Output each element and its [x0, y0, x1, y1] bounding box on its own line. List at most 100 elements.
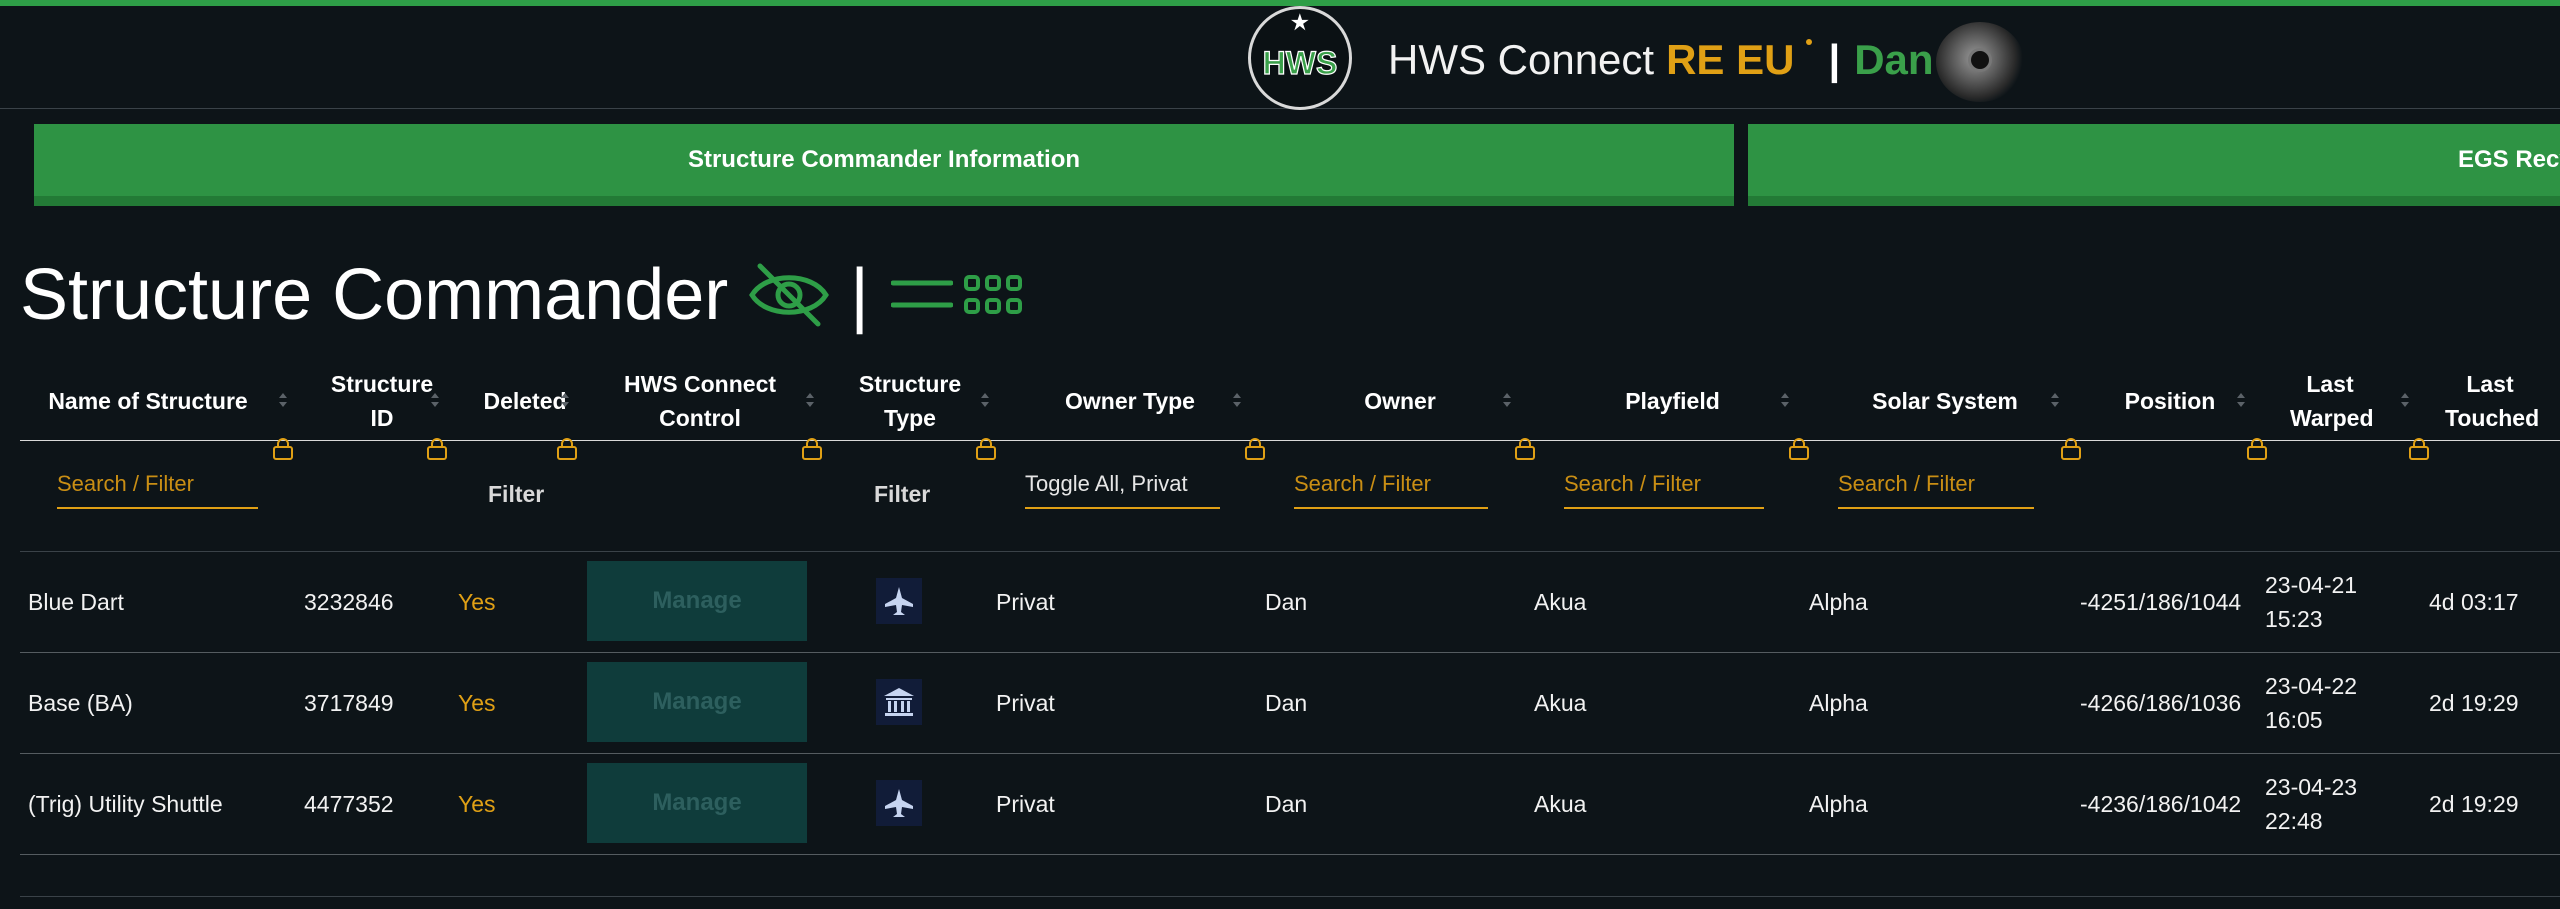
column-label: Owner Type [1065, 388, 1195, 414]
structure-type-badge [876, 780, 922, 826]
base-icon [884, 688, 914, 716]
column-header-solar-system[interactable]: Solar System [1810, 362, 2080, 440]
column-label: Deleted [483, 388, 567, 414]
column-header-structure-type[interactable]: Structure Type [830, 362, 990, 440]
table-header: Name of Structure Structure ID Deleted H… [20, 362, 2560, 441]
solar-system: Alpha [1809, 790, 1868, 817]
playfield: Akua [1534, 790, 1587, 817]
column-header-name[interactable]: Name of Structure [20, 362, 276, 440]
sort-icon[interactable] [560, 390, 570, 410]
grid-view-icon[interactable] [963, 273, 1023, 317]
structure-name: Base (BA) [28, 689, 133, 716]
user-name[interactable]: Dan [1854, 32, 1933, 88]
column-label: Owner [1364, 388, 1436, 414]
deleted-value: Yes [458, 588, 496, 615]
deleted-filter-dropdown[interactable]: Filter [488, 481, 544, 508]
owner-type: Privat [996, 689, 1055, 716]
column-label: Structure Type [858, 371, 962, 431]
playfield: Akua [1534, 689, 1587, 716]
structure-type-filter-dropdown[interactable]: Filter [874, 481, 930, 508]
table-row[interactable]: (Trig) Utility Shuttle 4477352 Yes Manag… [20, 754, 2560, 855]
column-label: Playfield [1625, 388, 1720, 414]
deleted-value: Yes [458, 790, 496, 817]
sort-icon[interactable] [430, 390, 440, 410]
table-row[interactable]: Base (BA) 3717849 Yes Manage Privat Dan … [20, 653, 2560, 754]
solar-system-filter-input[interactable] [1838, 461, 2034, 509]
manage-button[interactable]: Manage [587, 561, 807, 641]
structure-name: Blue Dart [28, 588, 124, 615]
lock-icon[interactable] [975, 437, 997, 461]
ship-icon [885, 587, 913, 615]
structures-table: Name of Structure Structure ID Deleted H… [20, 362, 2560, 855]
sort-icon[interactable] [1780, 390, 1790, 410]
lock-icon[interactable] [426, 437, 448, 461]
sort-icon[interactable] [805, 390, 815, 410]
title-separator: | [850, 255, 869, 335]
sort-icon[interactable] [2236, 390, 2246, 410]
last-warped-time: 22:48 [2265, 807, 2323, 834]
lock-icon[interactable] [1244, 437, 1266, 461]
sort-icon[interactable] [1232, 390, 1242, 410]
lock-icon[interactable] [1788, 437, 1810, 461]
sort-icon[interactable] [2400, 390, 2410, 410]
lock-icon[interactable] [556, 437, 578, 461]
last-warped-date: 23-04-21 [2265, 571, 2358, 598]
column-header-hws-connect-control[interactable]: HWS Connect Control [580, 362, 820, 440]
lock-icon[interactable] [2246, 437, 2268, 461]
column-header-last-warped[interactable]: Last Warped [2260, 362, 2400, 440]
last-touched: 2d 19:29 [2429, 790, 2519, 817]
sort-icon[interactable] [1502, 390, 1512, 410]
lock-icon[interactable] [2060, 437, 2082, 461]
column-label: Position [2124, 388, 2216, 414]
table-row[interactable]: Blue Dart 3232846 Yes Manage Privat Dan … [20, 552, 2560, 653]
sort-icon[interactable] [980, 390, 990, 410]
column-header-owner[interactable]: Owner [1270, 362, 1530, 440]
owner-filter-input[interactable] [1294, 461, 1488, 509]
sort-icon[interactable] [278, 390, 288, 410]
playfield-filter-input[interactable] [1564, 461, 1764, 509]
list-view-icon[interactable] [890, 275, 953, 315]
hws-logo[interactable]: HWS [1248, 6, 1352, 110]
page-divider [20, 896, 2560, 897]
svg-text:HWS: HWS [1263, 45, 1338, 81]
column-header-position[interactable]: Position [2080, 362, 2260, 440]
column-header-owner-type[interactable]: Owner Type [1000, 362, 1260, 440]
eye-off-icon[interactable] [746, 260, 832, 330]
column-label: Last Touched [2445, 371, 2540, 431]
tab-egs-recycle[interactable]: EGS Recy [1748, 124, 2560, 206]
tab-label: EGS Recy [2458, 146, 2560, 173]
owner-type-filter-select[interactable] [1025, 461, 1220, 509]
structure-type-badge [876, 679, 922, 725]
position: -4266/186/1036 [2080, 689, 2242, 716]
lock-icon[interactable] [1514, 437, 1536, 461]
header-separator: | [1828, 36, 1841, 83]
lock-icon[interactable] [2408, 437, 2430, 461]
owner-type: Privat [996, 588, 1055, 615]
deleted-value: Yes [458, 689, 496, 716]
lock-icon[interactable] [272, 437, 294, 461]
structure-type-badge [876, 578, 922, 624]
hws-logo-icon: HWS [1262, 13, 1338, 82]
owner: Dan [1265, 790, 1308, 817]
avatar-detail [1968, 48, 1992, 72]
position: -4251/186/1044 [2080, 588, 2242, 615]
manage-button[interactable]: Manage [587, 763, 807, 843]
column-header-structure-id[interactable]: Structure ID [292, 362, 472, 440]
owner: Dan [1265, 588, 1308, 615]
playfield: Akua [1534, 588, 1587, 615]
name-filter-input[interactable] [57, 461, 258, 509]
app-name: HWS Connect [1388, 36, 1655, 83]
column-header-last-touched[interactable]: Last Touched [2420, 362, 2560, 440]
column-header-playfield[interactable]: Playfield [1540, 362, 1805, 440]
tab-structure-commander-information[interactable]: Structure Commander Information [34, 124, 1734, 206]
sort-icon[interactable] [2050, 390, 2060, 410]
column-header-deleted[interactable]: Deleted [450, 362, 600, 440]
owner: Dan [1265, 689, 1308, 716]
solar-system: Alpha [1809, 689, 1868, 716]
manage-button[interactable]: Manage [587, 662, 807, 742]
column-label: Name of Structure [48, 388, 248, 414]
solar-system: Alpha [1809, 588, 1868, 615]
structure-id: 3232846 [304, 588, 394, 615]
structure-id: 4477352 [304, 790, 394, 817]
lock-icon[interactable] [801, 437, 823, 461]
